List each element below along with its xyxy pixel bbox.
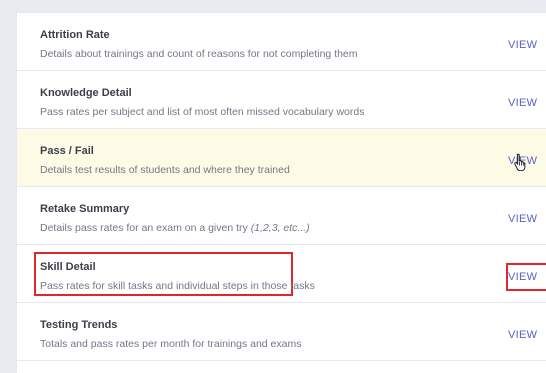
report-row-pass-fail: Pass / Fail Details test results of stud…	[17, 129, 546, 187]
report-title: Pass / Fail	[40, 145, 94, 157]
report-title: Testing Trends	[40, 319, 118, 331]
report-title: Knowledge Detail	[40, 87, 132, 99]
report-description: Details pass rates for an exam on a give…	[40, 222, 310, 234]
report-description: Pass rates per subject and list of most …	[40, 106, 365, 118]
view-pass-fail-link[interactable]: VIEW	[508, 155, 537, 167]
report-description-text: Details pass rates for an exam on a give…	[40, 222, 251, 234]
view-retake-summary-link[interactable]: VIEW	[508, 213, 537, 225]
view-knowledge-detail-link[interactable]: VIEW	[508, 97, 537, 109]
report-row-retake-summary: Retake Summary Details pass rates for an…	[17, 187, 546, 245]
report-description: Totals and pass rates per month for trai…	[40, 338, 302, 350]
report-description: Details about trainings and count of rea…	[40, 48, 358, 60]
report-title: Skill Detail	[40, 261, 96, 273]
view-skill-detail-link[interactable]: VIEW	[508, 271, 537, 283]
report-title: Attrition Rate	[40, 29, 110, 41]
view-testing-trends-link[interactable]: VIEW	[508, 329, 537, 341]
report-description: Details test results of students and whe…	[40, 164, 290, 176]
report-description-italic: (1,2,3, etc...)	[250, 222, 310, 234]
view-attrition-rate-link[interactable]: VIEW	[508, 39, 537, 51]
reports-list: Attrition Rate Details about trainings a…	[16, 12, 546, 373]
report-row-testing-trends: Testing Trends Totals and pass rates per…	[17, 303, 546, 361]
report-row-knowledge-detail: Knowledge Detail Pass rates per subject …	[17, 71, 546, 129]
report-row-skill-detail: Skill Detail Pass rates for skill tasks …	[17, 245, 546, 303]
report-description: Pass rates for skill tasks and individua…	[40, 280, 315, 292]
report-title: Retake Summary	[40, 203, 130, 215]
report-row-attrition-rate: Attrition Rate Details about trainings a…	[17, 13, 546, 71]
